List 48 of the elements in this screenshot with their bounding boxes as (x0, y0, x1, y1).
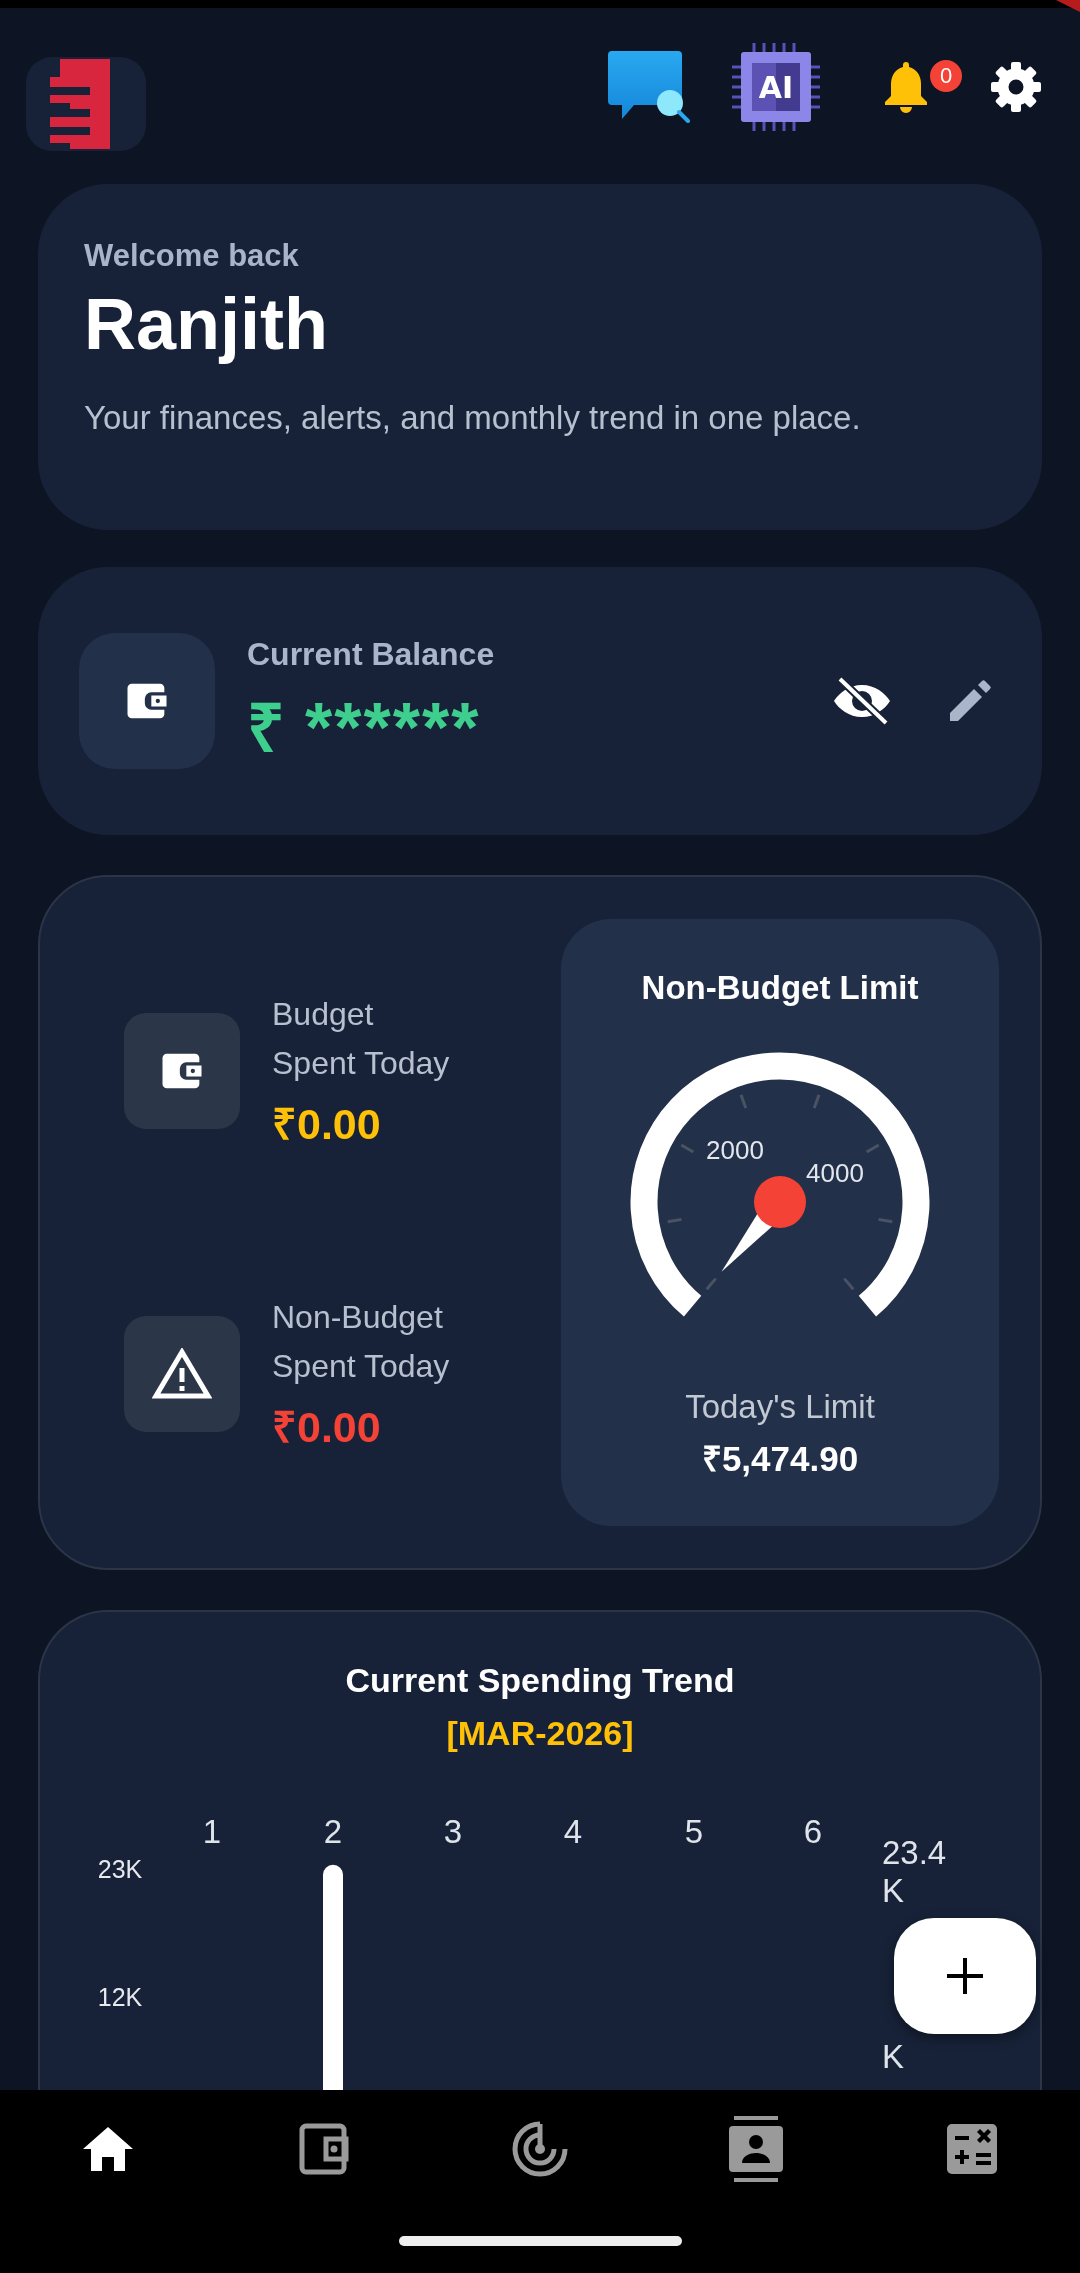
limit-value: ₹5,474.90 (701, 1439, 859, 1479)
radar-icon (512, 2121, 568, 2177)
wallet-icon (298, 2123, 350, 2175)
greeting-text: Welcome back (84, 237, 300, 275)
corner-banner (1056, 0, 1080, 12)
chip-icon (732, 43, 820, 131)
axis-label: 23K (97, 1855, 143, 1884)
day-label: 1 (202, 1813, 222, 1850)
spent-label: Non-Budget Spent Today (272, 1298, 451, 1387)
contact-card-icon (729, 2116, 783, 2182)
ai-button[interactable]: AI (732, 43, 820, 131)
calculator-icon (947, 2124, 997, 2174)
value-label: 23.4 K (882, 1834, 948, 1910)
spent-label: Budget Spent Today (272, 994, 451, 1083)
trend-title: Current Spending Trend (345, 1660, 735, 1701)
plus-icon (945, 1956, 985, 1996)
limit-title: Non-Budget Limit (641, 968, 919, 1008)
warning-icon (152, 1348, 212, 1401)
day-label: 3 (443, 1813, 463, 1850)
bell-icon (882, 60, 930, 114)
pencil-icon (948, 679, 992, 723)
currency-symbol: ₹ (247, 690, 285, 767)
day-label: 2 (323, 1813, 343, 1850)
day-label: 4 (563, 1813, 583, 1850)
spent-amount: ₹0.00 (272, 1402, 382, 1454)
add-button[interactable] (894, 1918, 1036, 2034)
gauge-tick-label: 2000 (706, 1135, 764, 1165)
spent-amount: ₹0.00 (272, 1098, 382, 1150)
value-label: K (882, 2038, 905, 2076)
axis-label: 12K (97, 1983, 143, 2012)
eye-off-icon (832, 677, 892, 725)
day-label: 6 (803, 1813, 823, 1850)
trend-period: [MAR-2026] (446, 1713, 634, 1754)
welcome-subtitle: Your finances, alerts, and monthly trend in one place. (84, 398, 862, 438)
user-name: Ranjith (84, 283, 329, 366)
settings-button[interactable] (990, 61, 1042, 113)
home-icon (81, 2125, 135, 2173)
balance-amount: ****** (305, 688, 481, 768)
balance-label: Current Balance (247, 635, 496, 674)
gauge-tick-label: 4000 (806, 1158, 864, 1188)
notifications-button[interactable] (882, 60, 930, 114)
app-logo[interactable] (26, 57, 146, 151)
limit-caption: Today's Limit (685, 1387, 875, 1427)
chat-search-icon (608, 51, 690, 123)
settings-icon (990, 61, 1042, 113)
notification-badge: 0 (930, 60, 962, 92)
day-label: 5 (684, 1813, 704, 1850)
chat-search-button[interactable] (608, 51, 690, 123)
